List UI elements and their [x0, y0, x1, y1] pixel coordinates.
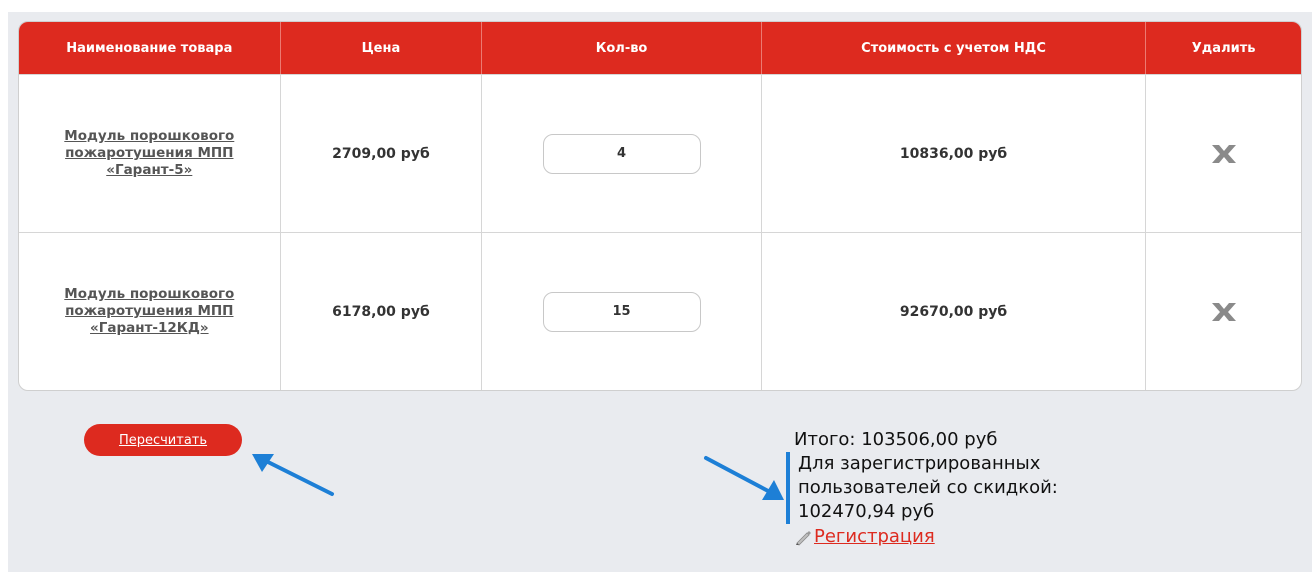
table-header: Наименование товара Цена Кол-во Стоимост… [19, 22, 1301, 74]
product-cell: Модуль порошкового пожаротушения МПП «Га… [19, 75, 281, 232]
delete-x-icon[interactable] [1210, 143, 1238, 165]
delete-x-icon[interactable] [1210, 301, 1238, 323]
table-row: Модуль порошкового пожаротушения МПП «Га… [19, 232, 1301, 390]
cost-cell: 10836,00 руб [762, 75, 1147, 232]
table-row: Модуль порошкового пожаротушения МПП «Га… [19, 74, 1301, 232]
delete-cell [1146, 75, 1301, 232]
discount-block: Для зарегистрированных пользователей со … [786, 452, 1150, 524]
delete-cell [1146, 233, 1301, 390]
cart-table: Наименование товара Цена Кол-во Стоимост… [18, 21, 1302, 391]
total-text: Итого: 103506,00 руб [794, 429, 998, 450]
pencil-icon [796, 531, 811, 546]
recalculate-button[interactable]: Пересчитать [84, 424, 242, 456]
header-delete: Удалить [1191, 40, 1256, 56]
totals-block: Итого: 103506,00 руб Для зарегистрирован… [786, 428, 1150, 549]
register-row: Регистрация [790, 525, 1150, 549]
discount-label-line2: пользователей со скидкой: [798, 477, 1058, 498]
product-cell: Модуль порошкового пожаротушения МПП «Га… [19, 233, 281, 390]
cost-cell: 92670,00 руб [762, 233, 1147, 390]
register-link[interactable]: Регистрация [814, 525, 935, 549]
header-price: Цена [281, 22, 483, 74]
price-cell: 6178,00 руб [281, 233, 483, 390]
discount-label-line1: Для зарегистрированных [798, 453, 1041, 474]
quantity-input[interactable] [542, 291, 701, 332]
quantity-cell [482, 233, 762, 390]
quantity-cell [482, 75, 762, 232]
discount-value: 102470,94 руб [798, 501, 935, 522]
arrow-annotation-icon [252, 454, 334, 496]
header-quantity: Кол-во [482, 22, 762, 74]
arrow-annotation-icon [704, 456, 784, 500]
header-product-name: Наименование товара [19, 22, 281, 74]
header-cost-vat: Стоимость с учетом НДС [762, 22, 1147, 74]
product-link[interactable]: Модуль порошкового пожаротушения МПП «Га… [49, 286, 249, 337]
price-cell: 2709,00 руб [281, 75, 483, 232]
product-link[interactable]: Модуль порошкового пожаротушения МПП «Га… [49, 128, 249, 179]
quantity-input[interactable] [542, 133, 701, 174]
